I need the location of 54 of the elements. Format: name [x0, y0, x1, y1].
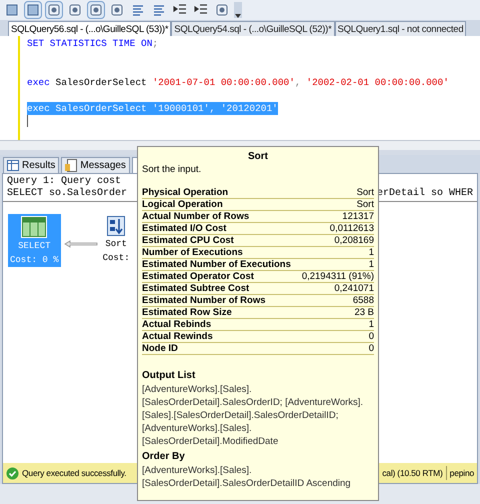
- property-value: 1: [368, 259, 374, 270]
- property-value: 6588: [352, 295, 374, 306]
- document-tab[interactable]: SQLQuery56.sql - (...o\GuilleSQL (53))*: [8, 21, 172, 36]
- property-name: Estimated I/O Cost: [142, 223, 226, 234]
- plan-node[interactable]: Sort Cost:: [100, 214, 132, 265]
- property-value: Sort: [356, 199, 374, 210]
- property-name: Estimated CPU Cost: [142, 235, 234, 246]
- property-value: 23 B: [354, 307, 374, 318]
- property-name: Estimated Number of Rows: [142, 295, 266, 306]
- code-line: exec SalesOrderSelect '2001-07-01 00:00:00.000', '2002-02-01 00:00:00.000': [27, 76, 449, 89]
- grid-icon: [7, 160, 19, 171]
- status-message: Query executed successfully.: [22, 466, 126, 480]
- property-name: Estimated Number of Executions: [142, 259, 291, 270]
- property-name: Estimated Subtree Cost: [142, 283, 250, 294]
- text-cursor: [27, 115, 28, 127]
- property-value: 0,241071: [334, 283, 374, 294]
- query-text: SELECT so.SalesOrder: [7, 188, 128, 200]
- property-name: Actual Rewinds: [142, 331, 213, 342]
- overflow-icon[interactable]: [234, 2, 242, 18]
- property-value: 1: [368, 319, 374, 330]
- document-tab[interactable]: SQLQuery54.sql - (...o\GuilleSQL (52))*: [171, 21, 335, 36]
- property-name: Estimated Row Size: [142, 307, 232, 318]
- section-heading: Order By: [142, 450, 185, 464]
- result-tab[interactable]: Messages: [61, 157, 130, 173]
- section-text: [AdventureWorks].[Sales].[SalesOrderDetail].SalesOrderID; [AdventureWorks].[Sales].[SalesOrderDetail].SalesOrderDetailID; [AdventureWorks].[Sales].[SalesOrderDetail].ModifiedDate: [142, 383, 364, 448]
- property-value: 0: [368, 343, 374, 354]
- property-value: 0,208169: [334, 235, 374, 246]
- property-value: Sort: [356, 187, 374, 198]
- checkmark-icon: [6, 466, 19, 480]
- result-tab[interactable]: Results: [3, 157, 60, 173]
- property-name: Node ID: [142, 343, 178, 354]
- property-value: 0,2194311 (91%): [302, 271, 374, 282]
- arrow-icon: [64, 240, 98, 248]
- tooltip-description: Sort the input.: [142, 163, 202, 176]
- server-version: cal) (10.50 RTM): [382, 466, 443, 480]
- property-name: Actual Rebinds: [142, 319, 212, 330]
- property-name: Logical Operation: [142, 199, 223, 210]
- property-value: 0,0112613: [330, 223, 374, 234]
- sort-icon: [107, 216, 126, 236]
- property-value: 1: [368, 247, 374, 258]
- property-name: Estimated Operator Cost: [142, 271, 254, 282]
- query-cost-text: Query 1: Query cost: [7, 176, 122, 188]
- tooltip-title: Sort: [247, 150, 269, 163]
- property-value: 121317: [342, 211, 374, 222]
- section-text: [AdventureWorks].[Sales].[SalesOrderDetail].SalesOrderDetailID Ascending: [142, 464, 352, 490]
- property-name: Physical Operation: [142, 187, 228, 198]
- property-name: Actual Number of Rows: [142, 211, 250, 222]
- section-heading: Output List: [142, 369, 196, 383]
- property-value: 0: [368, 331, 374, 342]
- property-name: Number of Executions: [142, 247, 243, 258]
- user-name: pepino: [450, 466, 474, 480]
- document-tab[interactable]: SQLQuery1.sql - not connected: [334, 21, 466, 36]
- code-line: SET STATISTICS TIME ON;: [27, 37, 158, 50]
- table-icon: [22, 217, 46, 237]
